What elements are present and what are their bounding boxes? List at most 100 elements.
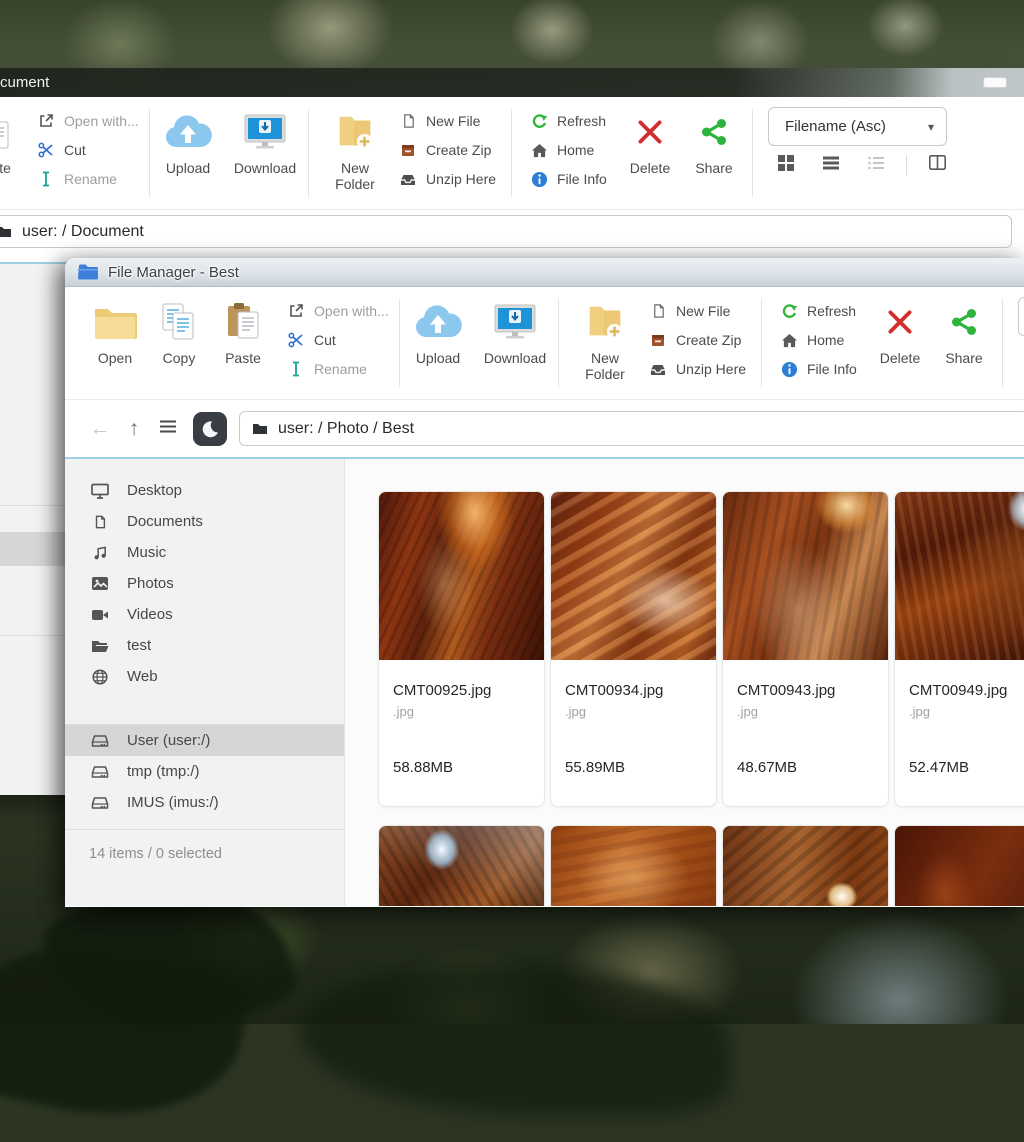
sidebar-item-desktop[interactable]: Desktop [65, 475, 344, 506]
cut-label: Cut [314, 332, 336, 348]
view-actions-column: Refresh Home File Info [768, 287, 868, 399]
toolbar-separator [149, 109, 150, 197]
columns-view-icon[interactable] [929, 155, 946, 175]
thumbnail-image [551, 826, 716, 906]
sidebar-drive-tmp[interactable]: tmp (tmp:/) [65, 756, 344, 787]
new-folder-button[interactable]: New Folder [323, 97, 387, 209]
upload-button[interactable]: Upload [156, 97, 220, 209]
rename-button[interactable]: Rename [287, 359, 393, 379]
rename-label: Rename [64, 171, 117, 187]
refresh-label: Refresh [557, 113, 606, 129]
home-button[interactable]: Home [530, 140, 618, 160]
open-with-button[interactable]: Open with... [287, 301, 393, 321]
title-bar[interactable]: File Manager - Document [0, 68, 1024, 97]
sort-dropdown[interactable]: Filename (Asc) ▾ [768, 107, 947, 146]
back-button[interactable]: ← [83, 417, 117, 441]
music-note-icon [91, 545, 109, 561]
delete-button[interactable]: Delete [868, 287, 932, 399]
thumbnail-image [895, 492, 1024, 660]
new-folder-icon [584, 298, 626, 346]
file-card[interactable]: CMT00943.jpg .jpg 48.67MB [722, 491, 889, 807]
sort-dropdown[interactable]: Filename (Asc) ▾ [1018, 297, 1024, 336]
edit-actions-column: Open with... Cut Rename [25, 97, 143, 209]
sidebar-item-test[interactable]: test [65, 630, 344, 661]
address-input[interactable]: user: / Document [0, 215, 1012, 248]
share-label: Share [695, 160, 732, 176]
sidebar-item-music[interactable]: Music [65, 537, 344, 568]
file-ext: .jpg [393, 704, 530, 719]
list-view-icon[interactable] [823, 155, 839, 176]
cut-icon [37, 142, 55, 158]
paste-button[interactable]: Paste [211, 287, 275, 399]
rename-icon [287, 361, 305, 377]
unzip-here-button[interactable]: Unzip Here [399, 169, 505, 189]
file-info-button[interactable]: File Info [780, 359, 868, 379]
unzip-here-button[interactable]: Unzip Here [649, 359, 755, 379]
sidebar-label: tmp (tmp:/) [127, 763, 200, 780]
title-bar[interactable]: File Manager - Best [65, 258, 1024, 287]
refresh-button[interactable]: Refresh [780, 301, 868, 321]
file-info-button[interactable]: File Info [530, 169, 618, 189]
restore-button[interactable] [984, 78, 1006, 87]
create-zip-button[interactable]: Create Zip [399, 140, 505, 160]
new-file-button[interactable]: New File [399, 111, 505, 131]
dark-mode-toggle[interactable] [193, 412, 227, 446]
delete-label: Delete [630, 160, 670, 176]
thumbnail-image [551, 492, 716, 660]
delete-button[interactable]: Delete [618, 97, 682, 209]
monitor-download-icon [242, 108, 288, 156]
share-button[interactable]: Share [682, 97, 746, 209]
address-bar: user: / Document [0, 210, 1024, 255]
new-file-button[interactable]: New File [649, 301, 755, 321]
file-card[interactable]: CMT00949.jpg .jpg 52.47MB [894, 491, 1024, 807]
copy-button[interactable]: Copy [147, 287, 211, 399]
paste-icon [0, 108, 13, 156]
cut-button[interactable]: Cut [37, 140, 143, 160]
upload-button[interactable]: Upload [406, 287, 470, 399]
file-actions-column: New File Create Zip Unzip Here [637, 287, 755, 399]
sidebar-item-photos[interactable]: Photos [65, 568, 344, 599]
toolbar-separator [1002, 299, 1003, 387]
refresh-button[interactable]: Refresh [530, 111, 618, 131]
download-button[interactable]: Download [478, 287, 552, 399]
file-card[interactable] [550, 825, 717, 906]
grid-view-icon[interactable] [778, 155, 794, 176]
sidebar-item-documents[interactable]: Documents [65, 506, 344, 537]
rename-button[interactable]: Rename [37, 169, 143, 189]
delete-label: Delete [880, 350, 920, 366]
sidebar-item-videos[interactable]: Videos [65, 599, 344, 630]
up-button[interactable]: ↑ [117, 417, 151, 441]
detail-list-view-icon[interactable] [868, 155, 884, 176]
file-card[interactable] [378, 825, 545, 906]
cut-button[interactable]: Cut [287, 330, 393, 350]
open-with-label: Open with... [64, 113, 139, 129]
open-with-button[interactable]: Open with... [37, 111, 143, 131]
download-button[interactable]: Download [228, 97, 302, 209]
open-button[interactable]: Open [83, 287, 147, 399]
file-card[interactable]: CMT00934.jpg .jpg 55.89MB [550, 491, 717, 807]
window-title: File Manager - Best [108, 264, 239, 281]
new-folder-button[interactable]: New Folder [573, 287, 637, 399]
share-button[interactable]: Share [932, 287, 996, 399]
file-ext: .jpg [737, 704, 874, 719]
breadcrumb-input[interactable]: user: / Photo / Best [239, 411, 1024, 446]
unzip-tray-icon [649, 361, 667, 377]
paste-button[interactable]: Paste [0, 97, 25, 209]
toolbar-separator [761, 299, 762, 387]
file-card[interactable] [722, 825, 889, 906]
sidebar-drive-user[interactable]: User (user:/) [65, 725, 344, 756]
home-button[interactable]: Home [780, 330, 868, 350]
file-card[interactable]: CMT00925.jpg .jpg 58.88MB [378, 491, 545, 807]
sort-and-view-group: Filename (Asc) ▾ [768, 97, 953, 209]
file-card[interactable] [894, 825, 1024, 906]
share-label: Share [945, 350, 982, 366]
sidebar-item-web[interactable]: Web [65, 661, 344, 692]
view-actions-column: Refresh Home File Info [518, 97, 618, 209]
file-info-label: File Info [557, 171, 607, 187]
create-zip-button[interactable]: Create Zip [649, 330, 755, 350]
zip-box-icon [649, 332, 667, 348]
menu-button[interactable] [151, 420, 185, 438]
sidebar-drive-imus[interactable]: IMUS (imus:/) [65, 787, 344, 818]
rename-label: Rename [314, 361, 367, 377]
file-ext: .jpg [565, 704, 702, 719]
